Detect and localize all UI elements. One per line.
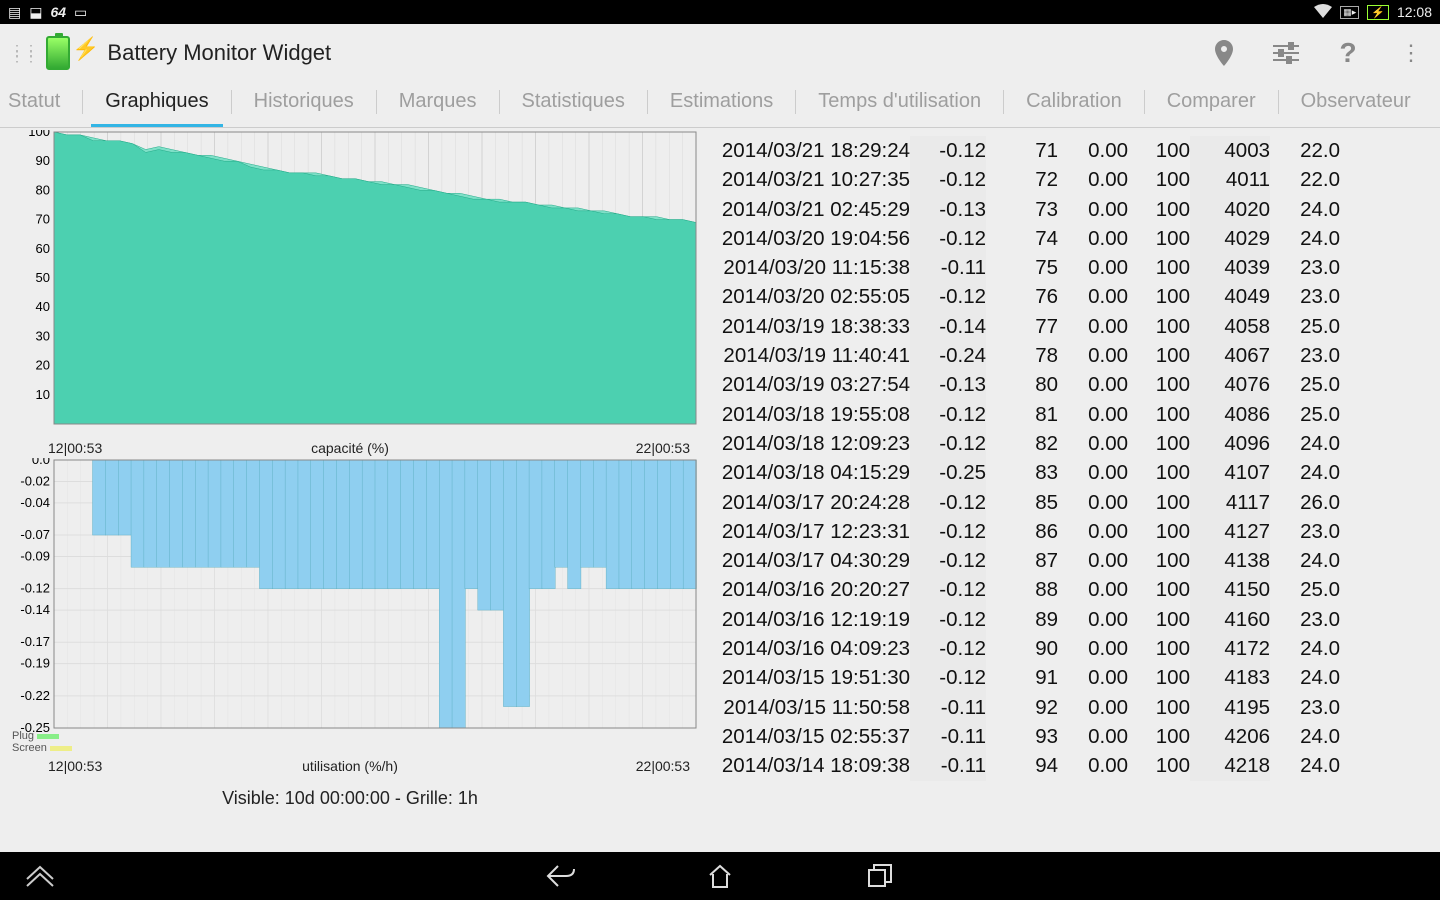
svg-text:80: 80 <box>36 182 50 197</box>
status-text: 64 <box>50 4 66 20</box>
sim-icon: ▦▸ <box>1340 6 1359 19</box>
x-end-label: 22|00:53 <box>636 440 690 456</box>
android-status-bar: ▤ ⬓ 64 ▭ ▦▸ ⚡ 12:08 <box>0 0 1440 24</box>
svg-text:0.0: 0.0 <box>32 458 50 467</box>
svg-text:-0.04: -0.04 <box>20 495 50 510</box>
image-icon: ▭ <box>74 4 87 21</box>
back-button[interactable] <box>540 856 580 896</box>
svg-text:-0.22: -0.22 <box>20 688 50 703</box>
table-row[interactable]: 2014/03/20 02:55:05-0.12760.00100404923.… <box>700 282 1440 311</box>
table-row[interactable]: 2014/03/20 19:04:56-0.12740.00100402924.… <box>700 224 1440 253</box>
location-pin-icon[interactable] <box>1210 39 1238 67</box>
svg-text:-0.19: -0.19 <box>20 656 50 671</box>
table-row[interactable]: 2014/03/21 10:27:35-0.12720.00100401122.… <box>700 165 1440 194</box>
table-row[interactable]: 2014/03/19 03:27:54-0.13800.00100407625.… <box>700 370 1440 399</box>
table-row[interactable]: 2014/03/17 12:23:31-0.12860.00100412723.… <box>700 517 1440 546</box>
table-row[interactable]: 2014/03/16 04:09:23-0.12900.00100417224.… <box>700 634 1440 663</box>
android-nav-bar <box>0 852 1440 900</box>
table-row[interactable]: 2014/03/20 11:15:38-0.11750.00100403923.… <box>700 253 1440 282</box>
table-row[interactable]: 2014/03/17 20:24:28-0.12850.00100411726.… <box>700 488 1440 517</box>
table-row[interactable]: 2014/03/17 04:30:29-0.12870.00100413824.… <box>700 546 1440 575</box>
svg-text:30: 30 <box>36 328 50 343</box>
legend-plug: Plug <box>12 730 59 742</box>
svg-text:90: 90 <box>36 153 50 168</box>
status-clock: 12:08 <box>1397 4 1432 20</box>
tab-graphiques[interactable]: Graphiques <box>101 82 212 127</box>
wifi-icon <box>1314 4 1332 21</box>
table-row[interactable]: 2014/03/21 18:29:24-0.12710.00100400322.… <box>700 136 1440 165</box>
x-start-label-2: 12|00:53 <box>48 758 102 774</box>
sdcard-icon: ▤ <box>8 4 21 21</box>
table-row[interactable]: 2014/03/15 19:51:30-0.12910.00100418324.… <box>700 663 1440 692</box>
tab-statut[interactable]: Statut <box>4 82 64 127</box>
tab-bar: Statut Graphiques Historiques Marques Statis… <box>0 82 1440 128</box>
footer-info: Visible: 10d 00:00:00 - Grille: 1h <box>4 786 696 811</box>
table-row[interactable]: 2014/03/21 02:45:29-0.13730.00100402024.… <box>700 195 1440 224</box>
charts-panel: 100 90 80 70 60 50 40 30 20 10 12|00:53 capacité … <box>0 128 700 852</box>
app-battery-icon <box>46 36 70 70</box>
tab-comparer[interactable]: Comparer <box>1163 82 1260 127</box>
launcher-icon[interactable] <box>20 856 60 896</box>
table-row[interactable]: 2014/03/16 12:19:19-0.12890.00100416023.… <box>700 605 1440 634</box>
tab-marques[interactable]: Marques <box>395 82 481 127</box>
svg-text:-0.17: -0.17 <box>20 634 50 649</box>
tab-estimations[interactable]: Estimations <box>666 82 777 127</box>
table-row[interactable]: 2014/03/18 12:09:23-0.12820.00100409624.… <box>700 429 1440 458</box>
tab-calibration[interactable]: Calibration <box>1022 82 1126 127</box>
help-icon[interactable]: ? <box>1334 39 1362 67</box>
svg-text:50: 50 <box>36 270 50 285</box>
usage-chart[interactable]: 0.0 -0.02 -0.04 -0.07 -0.09 -0.12 -0.14 -0.17 -0… <box>4 458 696 784</box>
table-row[interactable]: 2014/03/15 02:55:37-0.11930.00100420624.… <box>700 722 1440 751</box>
svg-text:-0.12: -0.12 <box>20 581 50 596</box>
history-table[interactable]: 2014/03/21 18:29:24-0.12710.00100400322.… <box>700 128 1440 852</box>
svg-text:10: 10 <box>36 387 50 402</box>
svg-text:-0.02: -0.02 <box>20 473 50 488</box>
tab-historiques[interactable]: Historiques <box>250 82 358 127</box>
sliders-settings-icon[interactable] <box>1272 39 1300 67</box>
svg-text:-0.07: -0.07 <box>20 527 50 542</box>
battery-charging-icon: ⚡ <box>1367 5 1389 20</box>
lightning-icon: ⚡ <box>72 36 99 62</box>
chart2-axis-label: utilisation (%/h) <box>302 758 398 774</box>
tab-observateur[interactable]: Observateur <box>1297 82 1415 127</box>
svg-text:40: 40 <box>36 299 50 314</box>
tab-temps-d-utilisation[interactable]: Temps d'utilisation <box>814 82 985 127</box>
legend-screen: Screen <box>12 742 72 754</box>
tab-statistiques[interactable]: Statistiques <box>518 82 629 127</box>
table-row[interactable]: 2014/03/15 11:50:58-0.11920.00100419523.… <box>700 693 1440 722</box>
table-row[interactable]: 2014/03/19 11:40:41-0.24780.00100406723.… <box>700 341 1440 370</box>
x-start-label: 12|00:53 <box>48 440 102 456</box>
svg-text:100: 100 <box>28 130 50 139</box>
svg-text:-0.14: -0.14 <box>20 602 50 617</box>
app-title: Battery Monitor Widget <box>107 40 331 66</box>
home-button[interactable] <box>700 856 740 896</box>
action-bar: ⋮⋮⋮⋮ ⚡ Battery Monitor Widget ? ⋮ <box>0 24 1440 82</box>
drag-handle-icon[interactable]: ⋮⋮⋮⋮ <box>10 47 38 59</box>
svg-text:60: 60 <box>36 241 50 256</box>
svg-text:70: 70 <box>36 212 50 227</box>
overflow-menu-icon[interactable]: ⋮ <box>1396 39 1424 67</box>
capacity-chart[interactable]: 100 90 80 70 60 50 40 30 20 10 12|00:53 capacité … <box>4 130 696 456</box>
svg-text:20: 20 <box>36 358 50 373</box>
recent-apps-button[interactable] <box>860 856 900 896</box>
download-icon: ⬓ <box>29 4 42 21</box>
table-row[interactable]: 2014/03/18 19:55:08-0.12810.00100408625.… <box>700 400 1440 429</box>
svg-text:-0.09: -0.09 <box>20 548 50 563</box>
chart1-axis-label: capacité (%) <box>311 440 389 456</box>
table-row[interactable]: 2014/03/19 18:38:33-0.14770.00100405825.… <box>700 312 1440 341</box>
x-end-label-2: 22|00:53 <box>636 758 690 774</box>
table-row[interactable]: 2014/03/18 04:15:29-0.25830.00100410724.… <box>700 458 1440 487</box>
table-row[interactable]: 2014/03/16 20:20:27-0.12880.00100415025.… <box>700 575 1440 604</box>
table-row[interactable]: 2014/03/14 18:09:38-0.11940.00100421824.… <box>700 751 1440 780</box>
